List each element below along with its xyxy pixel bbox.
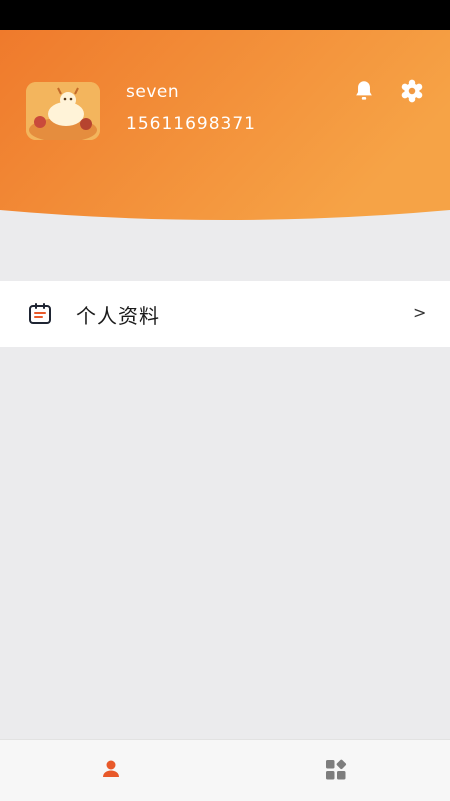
apps-grid-icon <box>326 759 347 780</box>
nav-tab-apps[interactable] <box>225 740 450 801</box>
phone-number: 15611698371 <box>126 114 256 134</box>
person-icon <box>103 760 119 777</box>
menu-item-label: 个人资料 <box>76 304 160 328</box>
username: seven <box>126 82 180 102</box>
menu-item-profile[interactable]: 个人资料 > <box>0 281 450 347</box>
bottom-nav <box>0 739 450 801</box>
status-bar <box>0 0 450 30</box>
chevron-right-icon: > <box>413 303 427 322</box>
calendar-icon <box>27 301 53 327</box>
avatar[interactable] <box>26 82 100 140</box>
nav-tab-me[interactable] <box>0 740 225 801</box>
gear-icon[interactable] <box>399 78 425 104</box>
profile-header: seven 15611698371 <box>0 30 450 230</box>
bell-icon[interactable] <box>351 78 377 104</box>
